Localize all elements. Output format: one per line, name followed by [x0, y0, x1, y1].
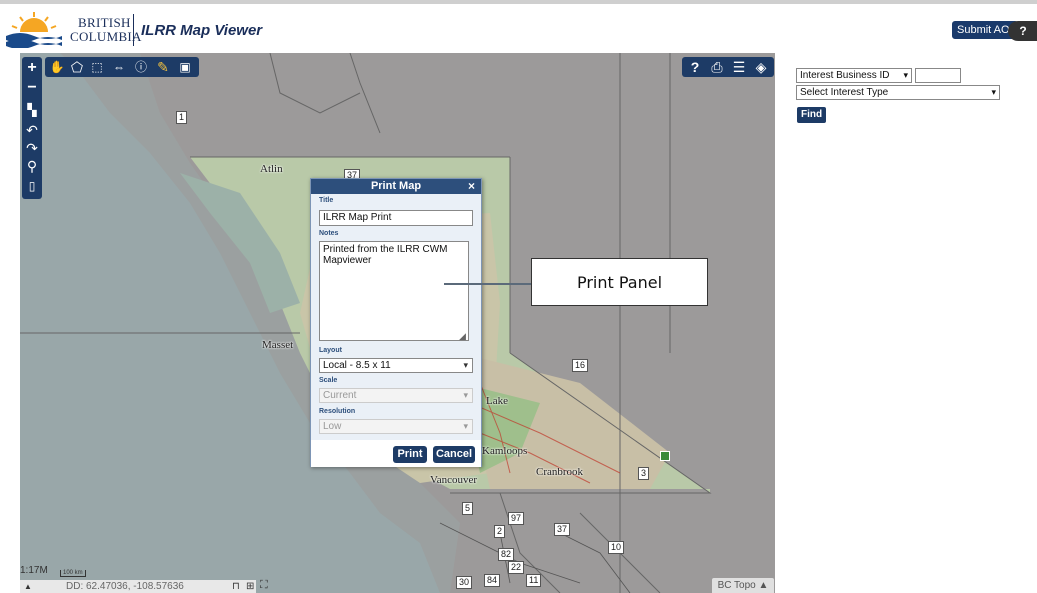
- close-icon[interactable]: ×: [468, 179, 475, 194]
- coordinate-bar: ▲ DD: 62.47036, -108.57636 ⊓ ⊞: [20, 580, 256, 593]
- caret-up-icon[interactable]: ▲: [24, 580, 32, 593]
- print-panel-callout: Print Panel: [531, 258, 708, 306]
- road-shield: 1: [176, 111, 188, 124]
- chevron-down-icon: ▾: [991, 87, 996, 97]
- road-shield: 3: [638, 467, 650, 480]
- map-label-vancouver: Vancouver: [430, 474, 478, 486]
- search-icon[interactable]: ⚲: [23, 157, 41, 175]
- map-label-lake: Lake: [486, 395, 508, 407]
- map-options-toolbar: ? ⎙ ☰ ◈: [682, 57, 774, 77]
- chevron-down-icon: ▾: [463, 360, 468, 370]
- callout-connector: [444, 283, 532, 285]
- identify-info-icon[interactable]: ⓘ: [132, 58, 150, 76]
- resize-handle-icon[interactable]: ◢: [459, 331, 466, 342]
- interest-type-value: Select Interest Type: [800, 87, 889, 98]
- chevron-down-icon: ▾: [463, 421, 468, 431]
- layers-icon[interactable]: ◈: [752, 58, 770, 76]
- road-shield: 84: [484, 574, 501, 587]
- scale-label: Scale: [319, 377, 338, 384]
- bc-logo-icon: [6, 12, 62, 48]
- layout-value: Local - 8.5 x 11: [323, 360, 391, 371]
- layout-label: Layout: [319, 347, 342, 354]
- scale-ratio: 1:17M: [20, 565, 48, 576]
- measure-icon[interactable]: ⇔: [110, 58, 128, 76]
- header-divider: [133, 14, 134, 46]
- road-shield: 37: [554, 523, 571, 536]
- bookmark-icon[interactable]: ▯: [23, 177, 41, 195]
- title-input[interactable]: ILRR Map Print: [319, 210, 473, 226]
- grid-icon[interactable]: ⊞: [246, 580, 254, 593]
- road-shield: 22: [508, 561, 525, 574]
- full-extent-icon[interactable]: ▚: [23, 101, 41, 119]
- lock-icon[interactable]: ⊓: [232, 580, 240, 593]
- scale-value: Current: [323, 390, 357, 401]
- find-button[interactable]: Find: [797, 107, 827, 123]
- chevron-down-icon: ▾: [903, 70, 908, 80]
- print-icon[interactable]: ⎙: [708, 58, 726, 76]
- map-label-cranbrook: Cranbrook: [536, 466, 584, 478]
- previous-extent-icon[interactable]: ↶: [23, 121, 41, 139]
- map-label-atlin: Atlin: [260, 163, 283, 175]
- map-label-masset: Masset: [262, 339, 294, 351]
- next-extent-icon[interactable]: ↷: [23, 139, 41, 157]
- bc-line2: COLUMBIA: [70, 29, 142, 44]
- map-tools-toolbar: ✋ ⬠ ⬚ ⇔ ⓘ ✎ ▣: [45, 57, 199, 77]
- road-shield: 2: [494, 525, 506, 538]
- print-map-dialog: Print Map × Title ILRR Map Print Notes P…: [310, 178, 482, 467]
- scale-select[interactable]: Current ▾: [319, 388, 473, 403]
- road-shield: 5: [462, 502, 474, 515]
- notes-textarea[interactable]: Printed from the ILRR CWM Mapviewer: [319, 241, 469, 341]
- resolution-label: Resolution: [319, 408, 356, 415]
- map-nav-toolbar: + − ▚ ↶ ↷ ⚲ ▯: [22, 57, 42, 199]
- resolution-value: Low: [323, 421, 342, 432]
- print-dialog-title: Print Map: [370, 180, 422, 192]
- title-label: Title: [319, 197, 334, 204]
- pan-hand-icon[interactable]: ✋: [48, 58, 66, 76]
- road-shield: 16: [572, 359, 589, 372]
- road-shield: 10: [608, 541, 625, 554]
- resolution-select[interactable]: Low ▾: [319, 419, 473, 434]
- interest-field-select[interactable]: Interest Business ID ▾: [796, 68, 912, 83]
- draw-polygon-icon[interactable]: ⬠: [68, 58, 86, 76]
- basemap-selector[interactable]: BC Topo ▲: [712, 578, 774, 593]
- save-icon[interactable]: ▣: [176, 58, 194, 76]
- map-label-kamloops: Kamloops: [482, 445, 528, 457]
- interest-type-select[interactable]: Select Interest Type ▾: [796, 85, 1000, 100]
- print-button[interactable]: Print: [393, 446, 427, 463]
- interest-field-value: Interest Business ID: [800, 70, 890, 81]
- bc-wordmark: BRITISH COLUMBIA: [70, 16, 142, 44]
- road-shield: 97: [508, 512, 525, 525]
- help-icon[interactable]: ?: [686, 58, 704, 76]
- zoom-in-icon[interactable]: +: [23, 59, 41, 77]
- app-header: BRITISH COLUMBIA ILRR Map Viewer Submit …: [0, 0, 1037, 50]
- print-dialog-footer: Print Cancel: [311, 440, 481, 467]
- road-shield: 11: [526, 574, 542, 587]
- road-shield: 30: [456, 576, 473, 589]
- legend-list-icon[interactable]: ☰: [730, 58, 748, 76]
- road-shield: 82: [498, 548, 515, 561]
- notes-label: Notes: [319, 230, 339, 237]
- bc-line1: BRITISH: [78, 15, 131, 30]
- interest-id-input[interactable]: [915, 68, 961, 83]
- scale-bar: 100 km: [60, 570, 86, 577]
- select-box-icon[interactable]: ⬚: [88, 58, 106, 76]
- park-marker-icon: [660, 451, 670, 461]
- app-title: ILRR Map Viewer: [141, 22, 263, 39]
- layout-select[interactable]: Local - 8.5 x 11 ▾: [319, 358, 473, 373]
- print-dialog-header: Print Map ×: [311, 179, 481, 194]
- help-button[interactable]: ?: [1008, 21, 1037, 41]
- chevron-down-icon: ▾: [463, 390, 468, 400]
- fullscreen-icon[interactable]: ⛶: [260, 579, 268, 592]
- coordinate-readout: DD: 62.47036, -108.57636: [66, 581, 184, 592]
- clear-graphics-icon[interactable]: ✎: [154, 58, 172, 76]
- zoom-out-icon[interactable]: −: [23, 79, 41, 97]
- cancel-button[interactable]: Cancel: [433, 446, 475, 463]
